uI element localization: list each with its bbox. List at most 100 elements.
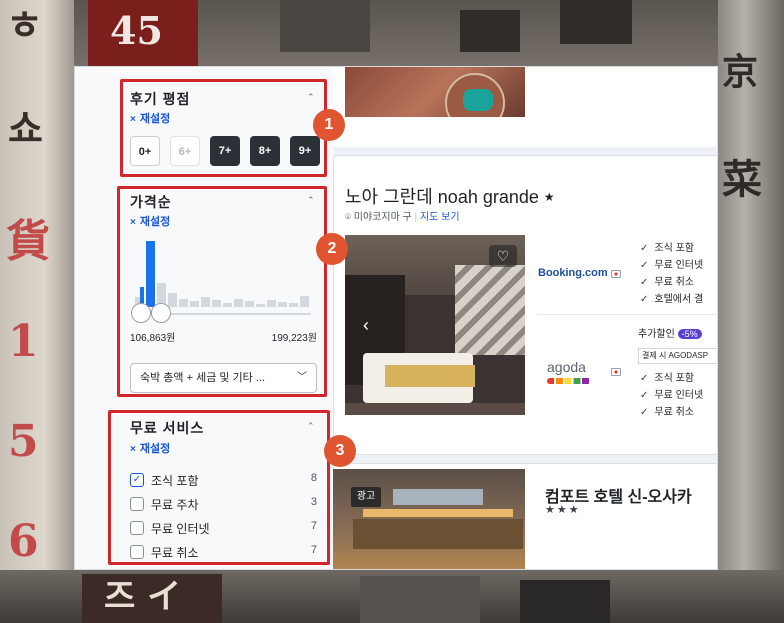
review-reset-link[interactable]: × 재설정 bbox=[130, 110, 170, 126]
close-icon: × bbox=[130, 217, 136, 228]
feature-item: ✓ 무료 취소 bbox=[640, 273, 694, 288]
feature-item: ✓ 무료 인터넷 bbox=[640, 256, 703, 271]
results-column: 노아 그란데 noah grande ★ ⌾ 미야코지마 구 | 지도 보기 ‹… bbox=[333, 67, 717, 569]
histogram-bar bbox=[267, 300, 276, 307]
chevron-down-icon: ﹀ bbox=[297, 372, 307, 383]
histogram-bar bbox=[234, 298, 243, 307]
free-services-title: 무료 서비스 bbox=[130, 420, 205, 436]
check-icon: ✓ bbox=[640, 243, 649, 254]
korea-flag-icon bbox=[611, 270, 621, 278]
feature-item: ✓ 조식 포함 bbox=[640, 369, 694, 384]
review-score-title: 후기 평점 bbox=[130, 91, 191, 107]
service-row[interactable]: 무료 취소 7 bbox=[130, 544, 320, 560]
star-icon: ★ bbox=[543, 190, 555, 204]
check-icon: ✓ bbox=[640, 260, 649, 271]
histogram-bar bbox=[278, 302, 287, 307]
services-reset-link[interactable]: × 재설정 bbox=[130, 440, 170, 456]
service-label: 무료 인터넷 bbox=[151, 522, 210, 536]
feature-label: 무료 인터넷 bbox=[654, 260, 704, 271]
feature-item: ✓ 호텔에서 결 bbox=[640, 290, 703, 305]
service-count: 3 bbox=[310, 496, 317, 508]
histogram-bar bbox=[212, 300, 221, 307]
comfort-hotel-photo[interactable] bbox=[333, 469, 525, 569]
feature-label: 조식 포함 bbox=[654, 373, 694, 384]
check-icon: ✓ bbox=[640, 407, 649, 418]
histogram-bar bbox=[245, 301, 254, 307]
collapse-caret-icon[interactable]: ⌃ bbox=[307, 421, 315, 432]
price-slider-min-handle[interactable] bbox=[131, 303, 151, 323]
screenshot-panel: 후기 평점 ⌃ × 재설정 0+ 6+ 7+ 8+ 9+ 가격순 ⌃ × 재설정 106,8… bbox=[74, 66, 718, 570]
feature-item: ✓ 조식 포함 bbox=[640, 239, 694, 254]
price-reset-link[interactable]: × 재설정 bbox=[130, 213, 170, 229]
sign-emblem-icon bbox=[463, 89, 493, 111]
histogram-bar bbox=[190, 301, 199, 307]
step-badge-3: 3 bbox=[324, 435, 356, 467]
feature-label: 호텔에서 결 bbox=[654, 294, 704, 305]
discount-badge: -5% bbox=[677, 329, 702, 339]
close-icon: × bbox=[130, 444, 136, 455]
histogram-bar bbox=[201, 297, 210, 307]
service-count: 7 bbox=[310, 520, 317, 532]
price-min-label: 106,863원 bbox=[130, 333, 176, 344]
checkbox[interactable] bbox=[130, 545, 144, 559]
korea-flag-icon bbox=[611, 368, 621, 376]
histogram-bar bbox=[168, 293, 177, 307]
feature-label: 무료 취소 bbox=[654, 407, 694, 418]
service-count: 8 bbox=[310, 472, 317, 484]
price-slider-max-handle[interactable] bbox=[151, 303, 171, 323]
hotel-stars: ★★★ bbox=[545, 504, 581, 516]
histogram-bar bbox=[179, 298, 188, 307]
hotel-room-photo[interactable]: ‹ ♡ bbox=[345, 235, 525, 415]
checkbox[interactable] bbox=[130, 521, 144, 535]
discount-label: 추가할인 -5% bbox=[638, 325, 702, 340]
checkbox[interactable]: ✓ bbox=[130, 473, 144, 487]
check-icon: ✓ bbox=[640, 277, 649, 288]
service-row[interactable]: 무료 인터넷 7 bbox=[130, 520, 320, 536]
score-chip: 6+ bbox=[170, 136, 200, 166]
check-icon: ✓ bbox=[640, 390, 649, 401]
histogram-bar bbox=[256, 303, 265, 307]
feature-item: ✓ 무료 인터넷 bbox=[640, 386, 703, 401]
price-filter-title: 가격순 bbox=[130, 194, 172, 210]
chevron-left-icon[interactable]: ‹ bbox=[363, 315, 369, 336]
service-label: 무료 취소 bbox=[151, 546, 199, 560]
collapse-caret-icon[interactable]: ⌃ bbox=[307, 92, 315, 103]
feature-label: 무료 인터넷 bbox=[654, 390, 704, 401]
map-pin-icon: ⌾ bbox=[345, 212, 351, 223]
histogram-bar bbox=[289, 302, 298, 307]
histogram-bar bbox=[223, 302, 232, 307]
service-count: 7 bbox=[310, 544, 317, 556]
hotel-name[interactable]: 노아 그란데 noah grande ★ bbox=[345, 183, 555, 209]
previous-hotel-photo[interactable] bbox=[345, 67, 525, 117]
payment-note: 결제 시 AGODASP bbox=[638, 348, 717, 364]
map-link[interactable]: 지도 보기 bbox=[420, 212, 460, 223]
service-label: 무료 주차 bbox=[151, 498, 199, 512]
check-icon: ✓ bbox=[640, 373, 649, 384]
feature-label: 무료 취소 bbox=[654, 277, 694, 288]
service-label: 조식 포함 bbox=[151, 474, 199, 488]
price-max-label: 199,223원 bbox=[271, 333, 317, 344]
dropdown-value: 숙박 총액 + 세금 및 기타 ... bbox=[140, 372, 266, 384]
score-chip[interactable]: 7+ bbox=[210, 136, 240, 166]
booking-logo: Booking.com bbox=[538, 267, 608, 279]
feature-item: ✓ 무료 취소 bbox=[640, 403, 694, 418]
service-row[interactable]: ✓ 조식 포함 8 bbox=[130, 472, 320, 488]
filter-sidebar: 후기 평점 ⌃ × 재설정 0+ 6+ 7+ 8+ 9+ 가격순 ⌃ × 재설정 106,8… bbox=[75, 67, 333, 569]
collapse-caret-icon[interactable]: ⌃ bbox=[307, 195, 315, 206]
step-badge-2: 2 bbox=[316, 233, 348, 265]
price-type-dropdown[interactable]: 숙박 총액 + 세금 및 기타 ... ﹀ bbox=[130, 363, 317, 393]
step-badge-1: 1 bbox=[313, 109, 345, 141]
checkbox[interactable] bbox=[130, 497, 144, 511]
agoda-dots bbox=[547, 378, 591, 384]
histogram-bar bbox=[300, 295, 309, 307]
close-icon: × bbox=[130, 114, 136, 125]
score-chip[interactable]: 9+ bbox=[290, 136, 320, 166]
service-row[interactable]: 무료 주차 3 bbox=[130, 496, 320, 512]
hotel-location: ⌾ 미야코지마 구 | 지도 보기 bbox=[345, 212, 460, 223]
ad-badge: 광고 bbox=[351, 487, 381, 507]
score-chip[interactable]: 0+ bbox=[130, 136, 160, 166]
score-chip[interactable]: 8+ bbox=[250, 136, 280, 166]
agoda-logo: agoda bbox=[547, 359, 586, 375]
heart-icon[interactable]: ♡ bbox=[489, 245, 517, 267]
feature-label: 조식 포함 bbox=[654, 243, 694, 254]
